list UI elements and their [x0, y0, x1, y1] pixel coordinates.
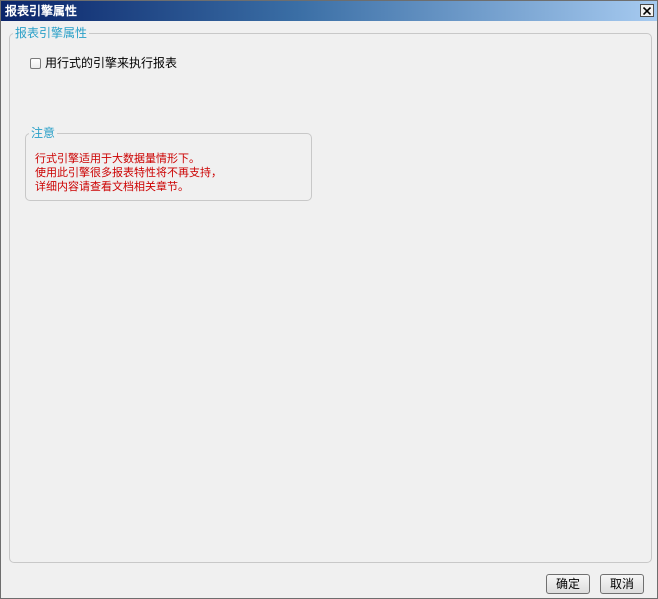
- row-engine-checkbox-box[interactable]: [30, 57, 41, 69]
- row-engine-checkbox[interactable]: 用行式的引擎来执行报表: [30, 56, 177, 70]
- window-title: 报表引擎属性: [5, 4, 78, 18]
- ok-button[interactable]: 确定: [546, 574, 590, 594]
- note-line: 使用此引擎很多报表特性将不再支持，: [35, 166, 222, 179]
- cancel-button[interactable]: 取消: [600, 574, 644, 594]
- close-button[interactable]: [640, 4, 654, 17]
- dialog-window: 报表引擎属性 报表引擎属性 用行式的引擎来执行报表 注意 行式引擎适用于大数据量…: [0, 0, 658, 599]
- title-bar[interactable]: 报表引擎属性: [1, 1, 657, 21]
- row-engine-checkbox-label[interactable]: 用行式的引擎来执行报表: [45, 56, 177, 70]
- engine-properties-legend: 报表引擎属性: [15, 26, 88, 40]
- engine-properties-group: 报表引擎属性: [9, 26, 652, 563]
- close-icon: [643, 6, 651, 15]
- note-line: 详细内容请查看文档相关章节。: [35, 180, 189, 193]
- note-line: 行式引擎适用于大数据量情形下。: [35, 152, 200, 165]
- note-legend: 注意: [31, 126, 56, 140]
